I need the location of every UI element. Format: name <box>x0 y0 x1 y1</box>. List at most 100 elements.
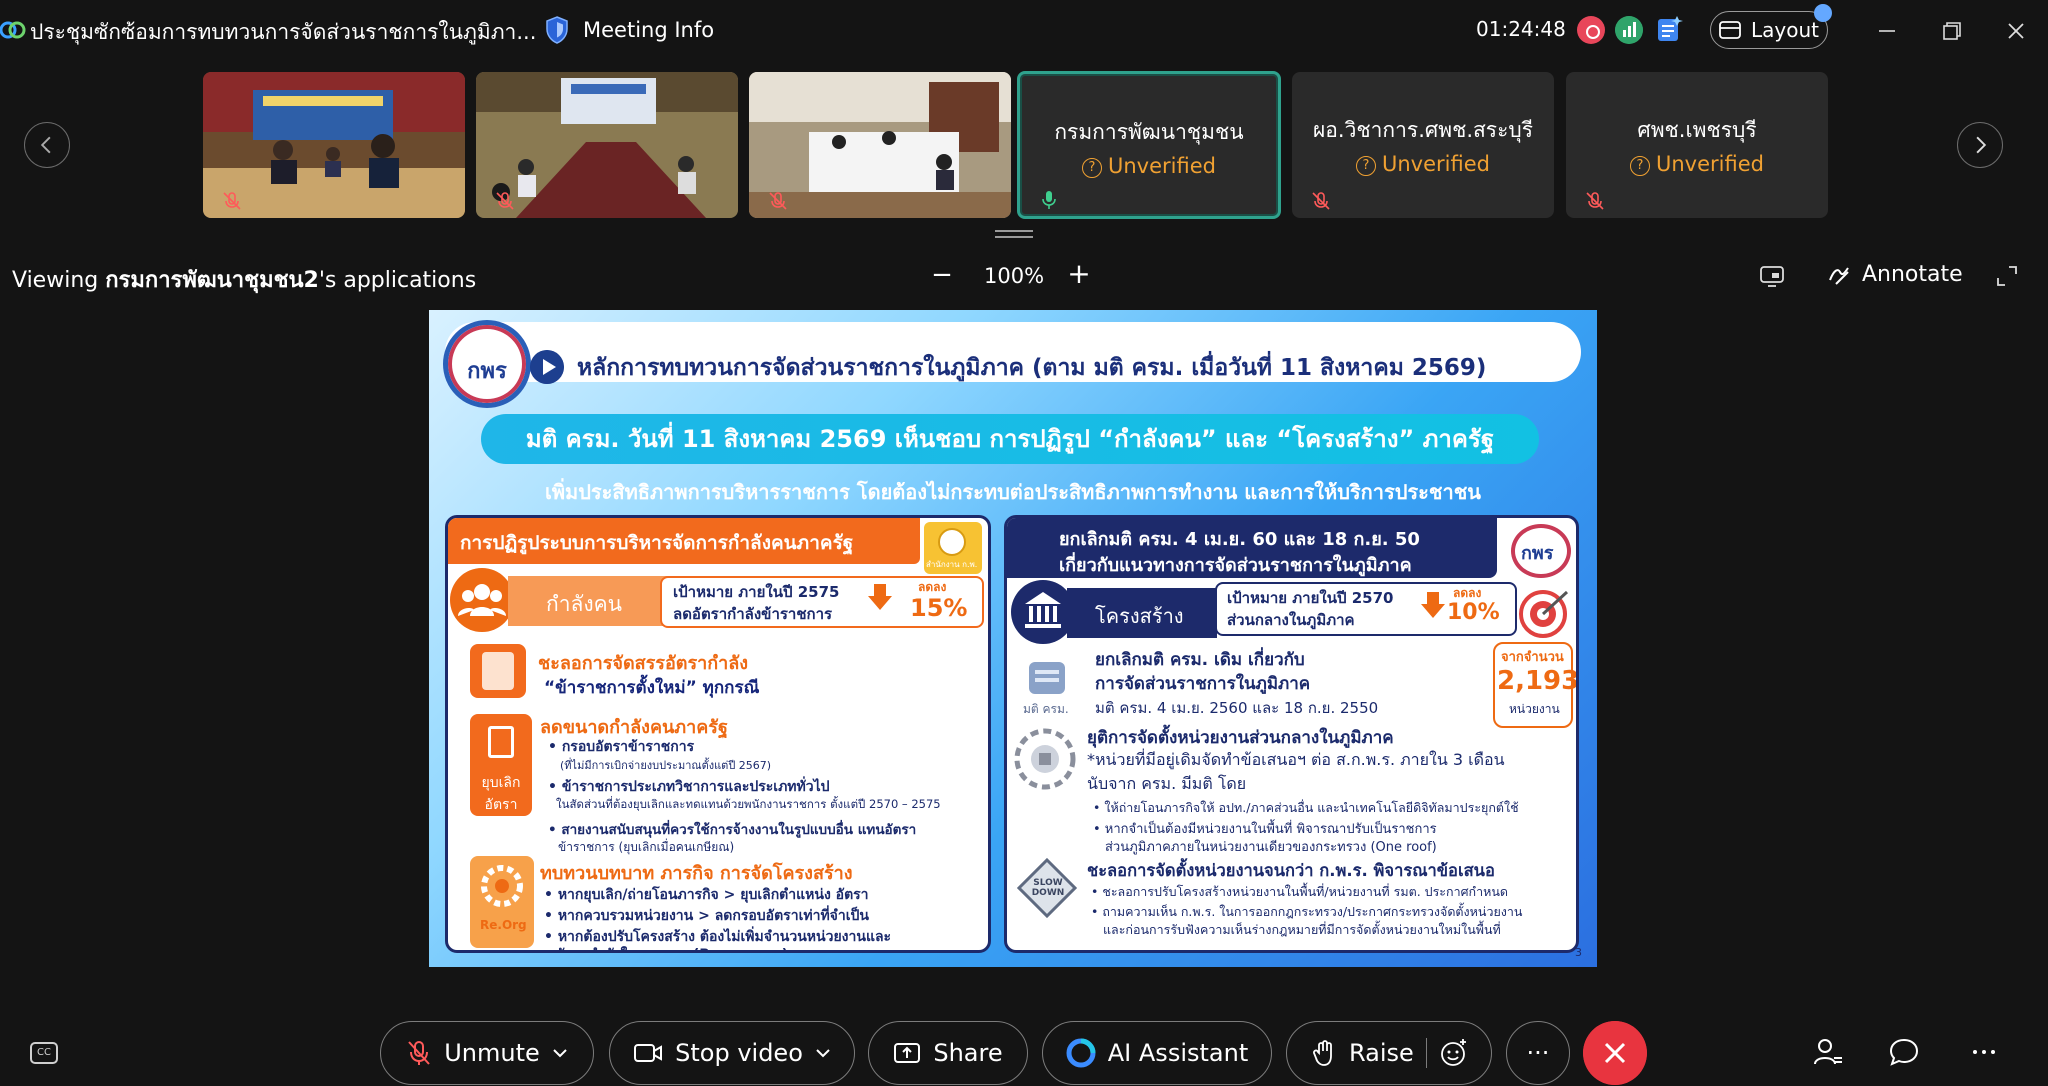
strip-resize-handle[interactable] <box>995 228 1033 240</box>
next-participants-button[interactable] <box>1957 122 2003 168</box>
participant-tile[interactable]: ผอ.วิชาการ.ศพช.สระบุรี ? Unverified <box>1292 72 1554 218</box>
meeting-info-button[interactable]: Meeting Info <box>545 13 714 47</box>
chevron-down-icon[interactable] <box>552 1048 568 1058</box>
verification-status: ? Unverified <box>1566 152 1828 176</box>
ai-assistant-label: AI Assistant <box>1107 1039 1249 1067</box>
r2-bullet1: • ให้ถ่ายโอนภารกิจให้ อปท./ภาคส่วนอื่น แ… <box>1093 800 1519 815</box>
r3-bullet1: • ชะลอการปรับโครงสร้างหน่วยงานในพื้นที่/… <box>1091 884 1509 899</box>
participant-name: ศพช.เพชรบุรี <box>1637 118 1757 142</box>
screen-share-view-icon[interactable] <box>1759 264 1785 288</box>
item3-bullet1: • หากยุบเลิก/ถ่ายโอนภารกิจ > ยุบเลิกตำแห… <box>544 887 869 903</box>
muted-mic-icon <box>496 192 514 210</box>
raise-divider <box>1425 1038 1427 1068</box>
down-arrow-icon <box>1421 592 1445 618</box>
zoom-out-button[interactable]: − <box>930 262 954 290</box>
more-options-button[interactable]: ··· <box>1506 1021 1570 1085</box>
opdc-logo: กพร <box>443 320 531 408</box>
slide-title: หลักการทบทวนการจัดส่วนราชการในภูมิภาค (ต… <box>577 355 1487 381</box>
people-icon <box>450 568 514 632</box>
annotate-button[interactable]: Annotate <box>1828 262 1963 287</box>
r1-line3: มติ ครม. 4 เม.ย. 2560 และ 18 ก.ย. 2550 <box>1095 699 1379 717</box>
meeting-info-label: Meeting Info <box>583 18 715 42</box>
fullscreen-icon[interactable] <box>1995 264 2019 288</box>
participant-video-tile[interactable] <box>749 72 1011 218</box>
unit-count-label: จากจำนวน <box>1501 650 1564 665</box>
item2-bullet3: • สายงานสนับสนุนที่ควรใช้การจ้างงานในรูป… <box>548 822 917 838</box>
leave-meeting-button[interactable] <box>1583 1021 1647 1085</box>
structure-target-line2: ส่วนกลางในภูมิภาค <box>1227 611 1355 629</box>
r2-bullet2-line2: ส่วนภูมิภาคภายในหน่วยงานเดียวของกระทรวง … <box>1105 840 1437 855</box>
item3-heading: ทบทวนบทบาท ภารกิจ การจัดโครงสร้าง <box>540 863 853 884</box>
ai-assistant-icon <box>1066 1038 1096 1068</box>
r1-line2: การจัดส่วนราชการในภูมิภาค <box>1095 674 1311 694</box>
raise-hand-button[interactable]: Raise <box>1286 1021 1492 1085</box>
cabinet-icon-label: มติ ครม. <box>1023 702 1069 716</box>
r3-bullet2: • ถามความเห็น ก.พ.ร. ในการออกกฎกระทรวง/ป… <box>1091 904 1523 919</box>
layout-grid-icon <box>1719 21 1741 39</box>
left-heading: การปฏิรูประบบการบริหารจัดการกำลังคนภาครั… <box>460 532 854 554</box>
layout-button[interactable]: Layout <box>1710 11 1828 49</box>
more-label: ··· <box>1526 1039 1550 1067</box>
manpower-tag: กำลังคน <box>546 592 623 616</box>
item1-line2: “ข้าราชการตั้งใหม่” ทุกกรณี <box>544 678 760 698</box>
minimize-icon[interactable] <box>1869 14 1905 48</box>
more-panels-icon[interactable] <box>1968 1036 2000 1068</box>
r2-line1: *หน่วยที่มีอยู่เดิมจัดทำข้อเสนอฯ ต่อ ส.ก… <box>1087 750 1505 769</box>
ocsc-emblem: สำนักงาน ก.พ. <box>924 522 982 574</box>
structure-target-line1: เป้าหมาย ภายในปี 2570 <box>1227 589 1394 607</box>
meeting-timer: 01:24:48 <box>1476 17 1566 41</box>
slide-tagline: เพิ่มประสิทธิภาพการบริหารราชการ โดยต้องไ… <box>545 480 1481 504</box>
participant-video-tile[interactable] <box>203 72 465 218</box>
previous-participants-button[interactable] <box>24 122 70 168</box>
ai-assistant-button[interactable]: AI Assistant <box>1042 1021 1272 1085</box>
stop-video-button[interactable]: Stop video <box>609 1021 855 1085</box>
opdc-logo-small: กพร <box>1507 522 1575 580</box>
zoom-in-button[interactable]: + <box>1066 260 1092 289</box>
network-stats-icon[interactable] <box>1615 16 1643 44</box>
manpower-target-line2: ลดอัตรากำลังข้าราชการ <box>673 605 833 623</box>
share-viewing-label: Viewing กรมการพัฒนาชุมชน2's applications <box>12 268 477 293</box>
closed-captions-button[interactable]: CC <box>30 1042 58 1064</box>
shield-icon <box>546 16 568 44</box>
raise-label: Raise <box>1349 1039 1414 1067</box>
muted-mic-icon <box>1312 192 1330 210</box>
right-heading-line2: เกี่ยวกับแนวทางการจัดส่วนราชการในภูมิภาค <box>1059 555 1412 576</box>
right-heading-line1: ยกเลิกมติ ครม. 4 เม.ย. 60 และ 18 ก.ย. 50 <box>1059 529 1420 550</box>
hand-icon <box>1313 1040 1332 1066</box>
shared-slide: กพร หลักการทบทวนการจัดส่วนราชการในภูมิภา… <box>429 310 1597 967</box>
restore-icon[interactable] <box>1933 14 1969 48</box>
structure-reform-panel: ยกเลิกมติ ครม. 4 เม.ย. 60 และ 18 ก.ย. 50… <box>1004 515 1579 953</box>
participant-name: กรมการพัฒนาชุมชน <box>1054 120 1244 144</box>
network-gear-icon <box>1014 728 1076 790</box>
notes-icon[interactable] <box>1655 14 1685 44</box>
video-camera-icon <box>634 1044 663 1062</box>
r2-heading: ยุติการจัดตั้งหน่วยงานส่วนกลางในภูมิภาค <box>1087 728 1394 748</box>
meeting-title: ประชุมซักซ้อมการทบทวนการจัดส่วนราชการในภ… <box>30 20 537 44</box>
webex-logo-icon <box>0 21 26 39</box>
share-button[interactable]: Share <box>868 1021 1028 1085</box>
close-icon[interactable] <box>1998 14 2034 48</box>
participant-tile[interactable]: ศพช.เพชรบุรี ? Unverified <box>1566 72 1828 218</box>
manpower-target-line1: เป้าหมาย ภายในปี 2575 <box>673 583 840 601</box>
slide-subtitle: มติ ครม. วันที่ 11 สิงหาคม 2569 เห็นชอบ … <box>525 425 1495 453</box>
government-building-icon <box>1011 580 1075 644</box>
share-screen-icon <box>894 1043 921 1063</box>
item2-bullet2-note: ในสัดส่วนที่ต้องยุบเลิกและทดแทนด้วยพนักง… <box>556 797 941 811</box>
stop-video-label: Stop video <box>675 1039 803 1067</box>
annotate-icon <box>1829 266 1849 285</box>
manpower-reduce-pct: 15% <box>910 594 968 622</box>
question-icon: ? <box>1356 156 1376 176</box>
chevron-down-icon[interactable] <box>815 1048 831 1058</box>
reactions-icon[interactable] <box>1439 1038 1469 1068</box>
item1-line1: ชะลอการจัดสรรอัตรากำลัง <box>538 653 749 674</box>
participant-tile-active[interactable]: กรมการพัฒนาชุมชน ? Unverified <box>1017 71 1281 219</box>
unmute-button[interactable]: Unmute <box>380 1021 594 1085</box>
participant-video-tile[interactable] <box>476 72 738 218</box>
recording-icon[interactable] <box>1577 16 1605 44</box>
zoom-level[interactable]: 100% <box>984 264 1044 288</box>
item2-bullet3-line2: ข้าราชการ (ยุบเลิกเมื่อคนเกษียณ) <box>558 840 735 854</box>
participants-icon[interactable] <box>1812 1036 1844 1068</box>
share-label: Share <box>933 1039 1003 1067</box>
pause-hiring-icon <box>470 644 526 698</box>
chat-icon[interactable] <box>1888 1036 1920 1068</box>
